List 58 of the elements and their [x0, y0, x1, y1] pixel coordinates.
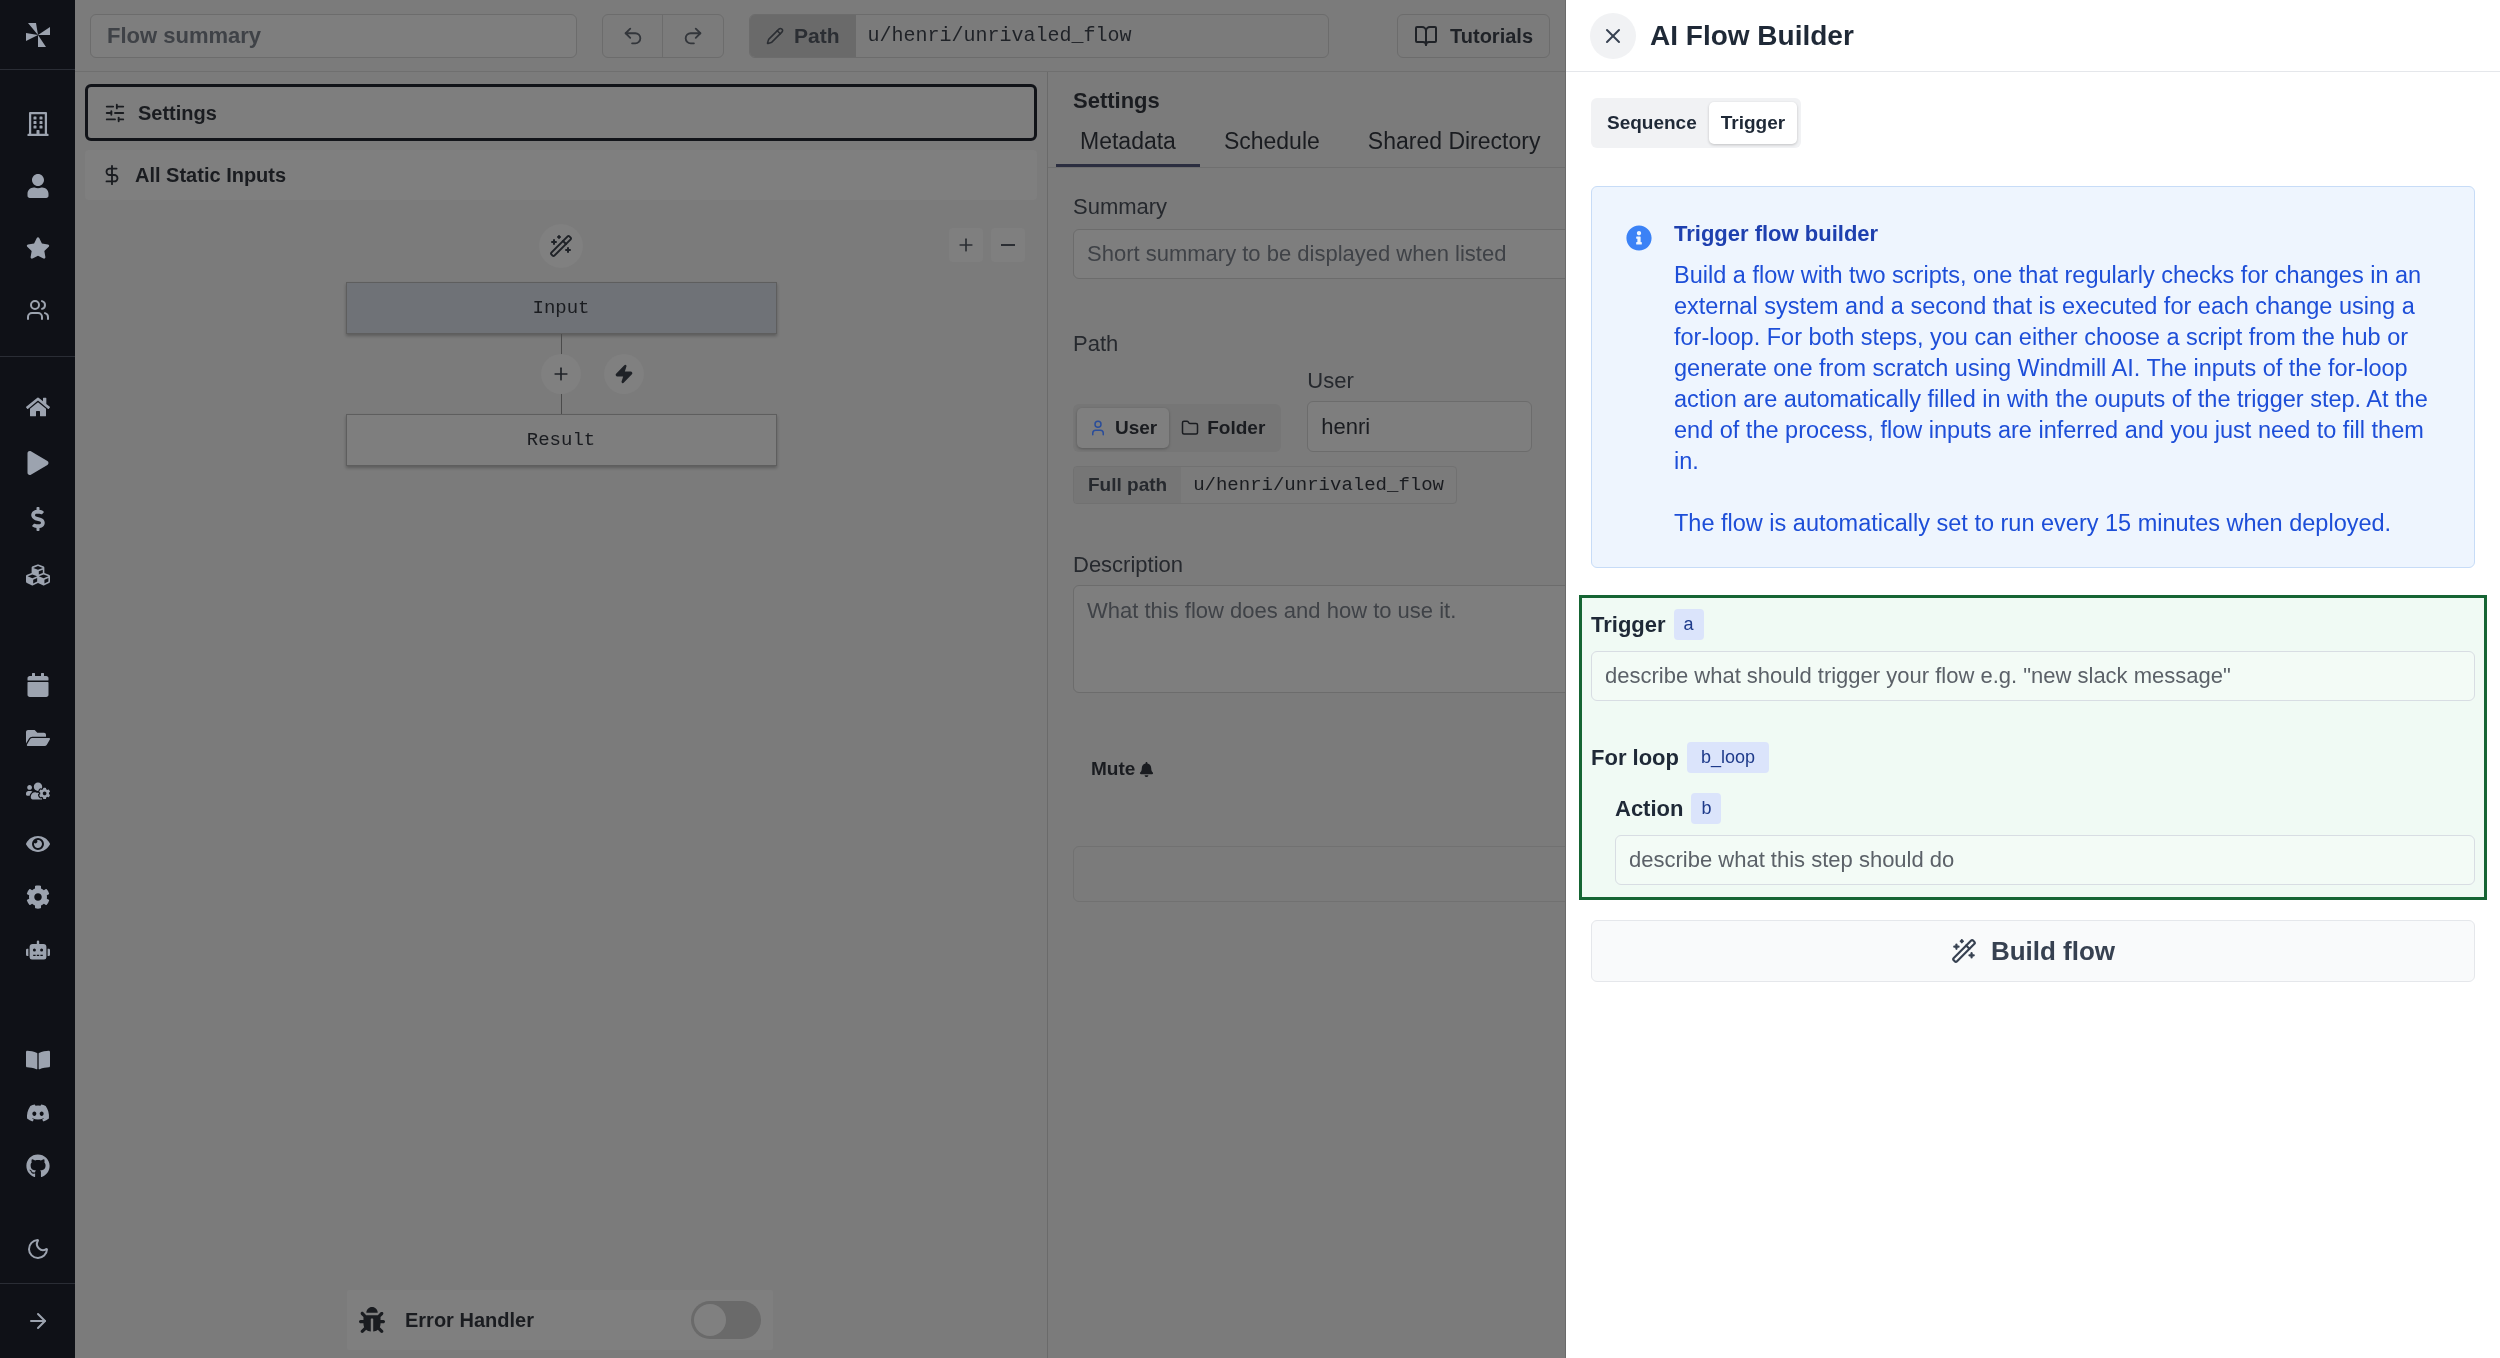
step-label: Action — [1615, 795, 1684, 823]
settings-tab[interactable]: Metadata — [1056, 119, 1200, 167]
info-title: Trigger flow builder — [1674, 220, 1880, 248]
info-text: The flow is automatically set to run every 15 minutes when deployed. — [1674, 509, 2393, 538]
full-path-value: u/henri/unrivaled_flow — [1192, 472, 1445, 498]
add-step-button[interactable] — [540, 354, 581, 394]
step-id-badge: b — [1691, 793, 1722, 824]
flow-panel-item[interactable]: Settings — [85, 84, 1037, 141]
user-icon — [1089, 419, 1107, 437]
loop-label: For loop — [1591, 744, 1679, 772]
description-field[interactable]: What this flow does and how to use it. — [1073, 585, 1565, 693]
mode-tab[interactable]: Sequence — [1595, 102, 1709, 144]
magic-wand-icon — [1950, 938, 1977, 964]
user-label: User — [1307, 367, 1355, 395]
sliders-icon — [104, 101, 126, 124]
summary-field[interactable]: Short summary to be displayed when listed — [1073, 229, 1565, 279]
path-value: u/henri/unrivaled_flow — [866, 22, 1133, 49]
path-button[interactable]: Path — [750, 14, 856, 57]
step-label: Trigger — [1591, 611, 1666, 639]
magic-wand-icon — [549, 234, 573, 258]
flow-node[interactable]: Result — [345, 414, 777, 466]
drawer-title: AI Flow Builder — [1650, 18, 1854, 53]
path-label: Path — [1073, 330, 1120, 358]
step-prompt-field[interactable]: describe what should trigger your flow e.g. "new slack message" — [1591, 651, 2475, 701]
minus-icon — [1001, 244, 1015, 246]
bell-icon — [1139, 761, 1155, 777]
mode-tab[interactable]: Trigger — [1708, 102, 1798, 144]
info-text: Build a flow with two scripts, one that regularly checks for changes in an external system and a second that is executed for each change using a for-loop. For both steps, you can either choose a script from the hub or generate one from scratch using Windmill AI. The inputs of the for-loop action are automatically filled in with the ouputs of the trigger step. At the end of the process, flow inputs are inferred and you just need to fill them in. — [1674, 261, 2429, 476]
settings-tab[interactable]: Schedule — [1199, 119, 1344, 167]
step-prompt-field[interactable]: describe what this step should do — [1615, 835, 2475, 885]
ai-wand-button[interactable] — [539, 224, 583, 268]
step-id-badge: a — [1673, 609, 1704, 640]
error-handler-label: Error Handler — [405, 1308, 534, 1333]
description-label: Description — [1073, 551, 1185, 579]
info-icon — [1626, 225, 1652, 251]
summary-label: Summary — [1073, 193, 1169, 221]
flow-summary-field[interactable]: Flow summary — [90, 13, 577, 58]
pencil-icon — [766, 26, 784, 45]
flow-node[interactable]: Input — [345, 282, 777, 334]
zoom-in-button[interactable] — [949, 228, 983, 262]
build-flow-button[interactable]: Build flow — [1591, 920, 2475, 982]
folder-icon — [1181, 419, 1200, 437]
loop-id-badge: b_loop — [1687, 742, 1770, 773]
lightning-icon — [613, 364, 634, 384]
settings-tab[interactable]: Shared Directory — [1343, 119, 1565, 167]
path-type-option[interactable]: User — [1077, 408, 1170, 448]
mute-label: Mute — [1091, 757, 1136, 781]
settings-title: Settings — [1072, 87, 1161, 115]
trigger-button[interactable] — [603, 354, 644, 394]
full-path-label: Full path — [1074, 467, 1182, 503]
tutorials-button[interactable]: Tutorials — [1397, 13, 1550, 58]
bug-icon — [359, 1307, 385, 1333]
flow-panel-item[interactable]: All Static Inputs — [85, 150, 1037, 200]
zoom-out-button[interactable] — [991, 228, 1025, 262]
path-type-option[interactable]: Folder — [1169, 408, 1278, 448]
close-button[interactable] — [1590, 12, 1636, 59]
book-icon — [1414, 23, 1439, 48]
user-field[interactable]: henri — [1307, 401, 1533, 452]
